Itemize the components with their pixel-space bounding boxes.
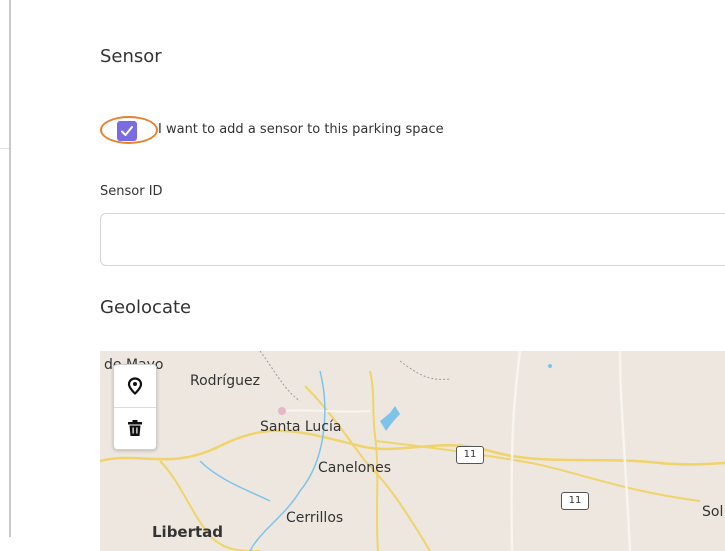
geolocate-section-title: Geolocate (100, 297, 192, 318)
add-marker-button[interactable] (114, 365, 156, 408)
place-label: Canelones (318, 460, 392, 476)
map-marker-icon (127, 377, 143, 395)
place-label: Sol (702, 504, 724, 520)
map-draw-toolbar (113, 364, 157, 450)
place-label: Cerrillos (286, 510, 344, 526)
add-sensor-checkbox-label[interactable]: I want to add a sensor to this parking s… (158, 122, 444, 137)
highlight-annotation-ring (100, 116, 158, 144)
place-label: Rodríguez (190, 373, 260, 389)
sensor-id-input[interactable] (101, 214, 725, 265)
sensor-section-title: Sensor (100, 46, 162, 67)
trash-icon (128, 420, 142, 436)
route-shield: 11 (561, 492, 589, 510)
place-label: Libertad (152, 523, 224, 541)
map-view[interactable]: de Mayo Rodríguez Santa Lucía Canelones … (100, 351, 725, 551)
divider (0, 148, 9, 149)
route-shield: 11 (456, 446, 484, 464)
sensor-id-field[interactable] (100, 213, 725, 266)
delete-marker-button[interactable] (114, 407, 156, 449)
place-label: Santa Lucía (260, 419, 342, 435)
sensor-id-label: Sensor ID (100, 184, 163, 199)
left-panel-border (9, 0, 11, 537)
